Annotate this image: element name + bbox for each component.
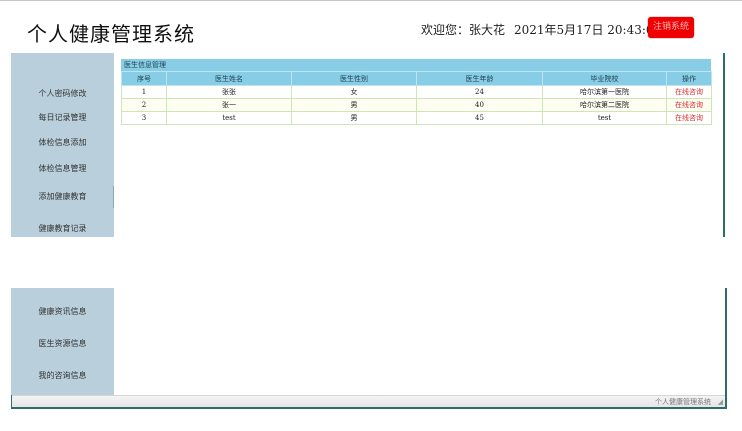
cell-age: 40 <box>416 98 543 112</box>
cell-age: 24 <box>416 85 543 99</box>
username: 张大花 <box>469 23 506 37</box>
cell-action: 在线咨询 <box>666 111 712 125</box>
table-header-row: 序号 医生姓名 医生性别 医生年龄 毕业院校 操作 <box>121 71 712 86</box>
sidebar-item-change-password[interactable]: 个人密码修改 <box>11 88 114 99</box>
datetime: 2021年5月17日 20:43:06 <box>514 23 662 37</box>
cell-gender: 男 <box>291 98 417 112</box>
sidebar-item-health-news[interactable]: 健康资讯信息 <box>11 306 114 317</box>
cell-name: 张张 <box>166 85 292 99</box>
cell-no: 2 <box>121 98 167 112</box>
doctor-table: 序号 医生姓名 医生性别 医生年龄 毕业院校 操作 1 张张 女 24 哈尔滨第… <box>121 71 712 125</box>
right-border-bottom <box>725 288 727 408</box>
column-header-age: 医生年龄 <box>416 71 543 86</box>
cell-action: 在线咨询 <box>666 98 712 112</box>
cell-school: 哈尔滨第一医院 <box>542 85 667 99</box>
column-header-no: 序号 <box>121 71 167 86</box>
sidebar-top: 个人密码修改 每日记录管理 体检信息添加 体检信息管理 添加健康教育 健康教育记… <box>11 53 114 237</box>
table-row: 3 test 男 45 test 在线咨询 <box>121 111 712 125</box>
cell-no: 1 <box>121 85 167 99</box>
welcome-label: 欢迎您： <box>421 23 470 37</box>
cell-gender: 男 <box>291 111 417 125</box>
logout-button[interactable]: 注销系统 <box>648 17 694 38</box>
sidebar-item-my-consultations[interactable]: 我的咨询信息 <box>11 370 114 381</box>
cell-no: 3 <box>121 111 167 125</box>
resize-grip-icon[interactable]: ◢ <box>718 398 723 406</box>
sidebar-bottom: 健康资讯信息 医生资源信息 我的咨询信息 <box>11 288 114 395</box>
cell-name: 张一 <box>166 98 292 112</box>
cell-school: test <box>542 111 667 125</box>
right-border-top <box>723 53 725 237</box>
app-title: 个人健康管理系统 <box>27 22 195 46</box>
sidebar-item-education-records[interactable]: 健康教育记录 <box>11 223 114 234</box>
bottom-border <box>11 407 727 409</box>
sidebar-item-daily-records[interactable]: 每日记录管理 <box>11 112 114 123</box>
doctor-info-panel: 医生信息管理 序号 医生姓名 医生性别 医生年龄 毕业院校 操作 1 张张 女 … <box>121 59 712 125</box>
main-content-bottom <box>114 288 725 395</box>
sidebar-item-doctor-resources[interactable]: 医生资源信息 <box>11 338 114 349</box>
column-header-gender: 医生性别 <box>291 71 417 86</box>
column-header-name: 医生姓名 <box>166 71 292 86</box>
cell-age: 45 <box>416 111 543 125</box>
consult-link[interactable]: 在线咨询 <box>675 101 703 109</box>
panel-title: 医生信息管理 <box>121 59 711 71</box>
consult-link[interactable]: 在线咨询 <box>675 114 703 122</box>
table-row: 2 张一 男 40 哈尔滨第二医院 在线咨询 <box>121 98 712 112</box>
status-text: 个人健康管理系统 <box>655 398 711 406</box>
sidebar-item-manage-checkup[interactable]: 体检信息管理 <box>11 163 114 174</box>
sidebar-item-add-checkup[interactable]: 体检信息添加 <box>11 137 114 148</box>
cell-gender: 女 <box>291 85 417 99</box>
top-divider <box>0 0 742 1</box>
column-header-action: 操作 <box>666 71 712 86</box>
sidebar-item-add-education[interactable]: 添加健康教育 <box>11 191 114 202</box>
cell-action: 在线咨询 <box>666 85 712 99</box>
cell-name: test <box>166 111 292 125</box>
column-header-school: 毕业院校 <box>542 71 667 86</box>
table-row: 1 张张 女 24 哈尔滨第一医院 在线咨询 <box>121 85 712 99</box>
cell-school: 哈尔滨第二医院 <box>542 98 667 112</box>
consult-link[interactable]: 在线咨询 <box>675 88 703 96</box>
